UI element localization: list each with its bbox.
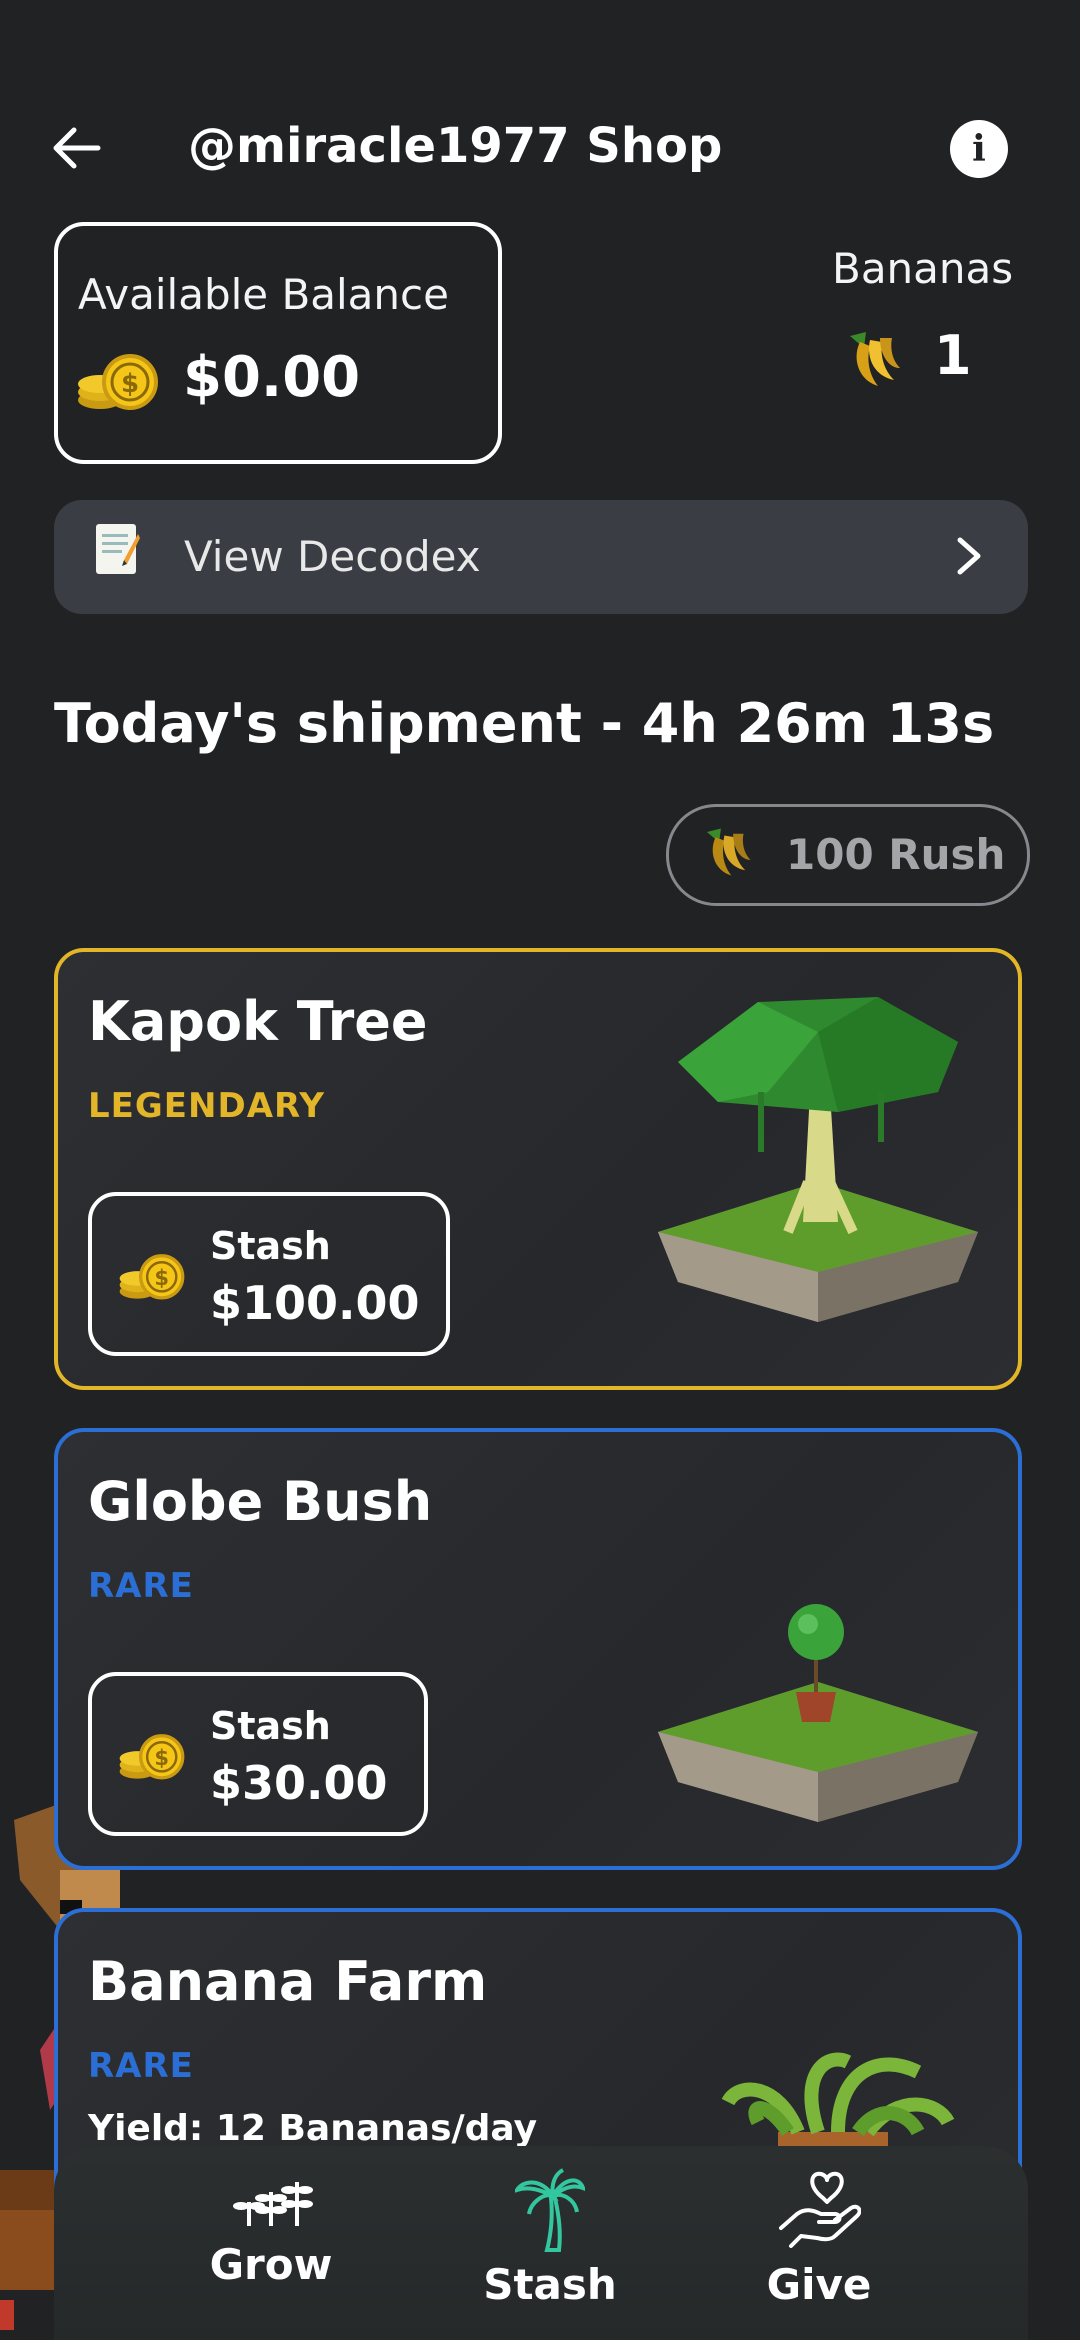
view-decodex-label: View Decodex: [184, 532, 481, 581]
price-label: Stash: [210, 1224, 331, 1268]
rush-label: 100 Rush: [786, 830, 1006, 879]
coins-icon: $: [119, 1254, 185, 1300]
bananas-count: 1: [934, 324, 972, 387]
item-rarity: LEGENDARY: [88, 1086, 325, 1126]
memo-icon: [96, 524, 140, 574]
price-label: Stash: [210, 1704, 331, 1748]
globe-bush-image: [658, 1604, 978, 1822]
heart-hand-icon: [779, 2171, 861, 2248]
item-yield: Yield: 12 Bananas/day: [88, 2108, 538, 2149]
svg-text:$: $: [121, 369, 139, 399]
item-card-kapok-tree[interactable]: Kapok Tree LEGENDARY $ Stash $100.00: [54, 948, 1022, 1390]
item-rarity: RARE: [88, 2046, 194, 2086]
nav-give[interactable]: Give: [709, 2168, 929, 2328]
coins-icon: $: [119, 1734, 185, 1780]
shipment-title: Today's shipment - 4h 26m 13s: [54, 692, 995, 755]
sprouts-icon: [233, 2182, 313, 2226]
coins-icon: $: [78, 354, 158, 410]
nav-grow-label: Grow: [209, 2240, 333, 2289]
item-rarity: RARE: [88, 1566, 194, 1606]
nav-grow[interactable]: Grow: [161, 2168, 381, 2328]
item-card-globe-bush[interactable]: Globe Bush RARE $ Stash $30.00: [54, 1428, 1022, 1870]
nav-stash-label: Stash: [483, 2260, 617, 2309]
nav-stash[interactable]: Stash: [440, 2168, 660, 2328]
price-value: $100.00: [210, 1276, 420, 1330]
arrow-left-icon[interactable]: [48, 120, 104, 176]
page-title: @miracle1977 Shop: [188, 118, 723, 174]
stash-price-button[interactable]: $ Stash $100.00: [88, 1192, 450, 1356]
balance-label: Available Balance: [78, 270, 449, 319]
chevron-right-icon: [957, 537, 981, 575]
palm-tree-icon: [515, 2168, 585, 2252]
info-icon[interactable]: i: [950, 120, 1008, 178]
nav-give-label: Give: [766, 2260, 872, 2309]
svg-text:$: $: [154, 1745, 169, 1770]
banana-icon: [706, 828, 751, 876]
item-name: Globe Bush: [88, 1470, 433, 1533]
svg-text:$: $: [154, 1265, 169, 1290]
balance-amount: $0.00: [183, 345, 361, 410]
item-name: Kapok Tree: [88, 990, 428, 1053]
balance-card: [54, 222, 502, 464]
kapok-tree-image: [658, 997, 978, 1322]
bananas-label: Bananas: [832, 244, 1014, 293]
price-value: $30.00: [210, 1756, 388, 1810]
banana-icon: [850, 332, 900, 386]
stash-price-button[interactable]: $ Stash $30.00: [88, 1672, 428, 1836]
item-name: Banana Farm: [88, 1950, 488, 2013]
